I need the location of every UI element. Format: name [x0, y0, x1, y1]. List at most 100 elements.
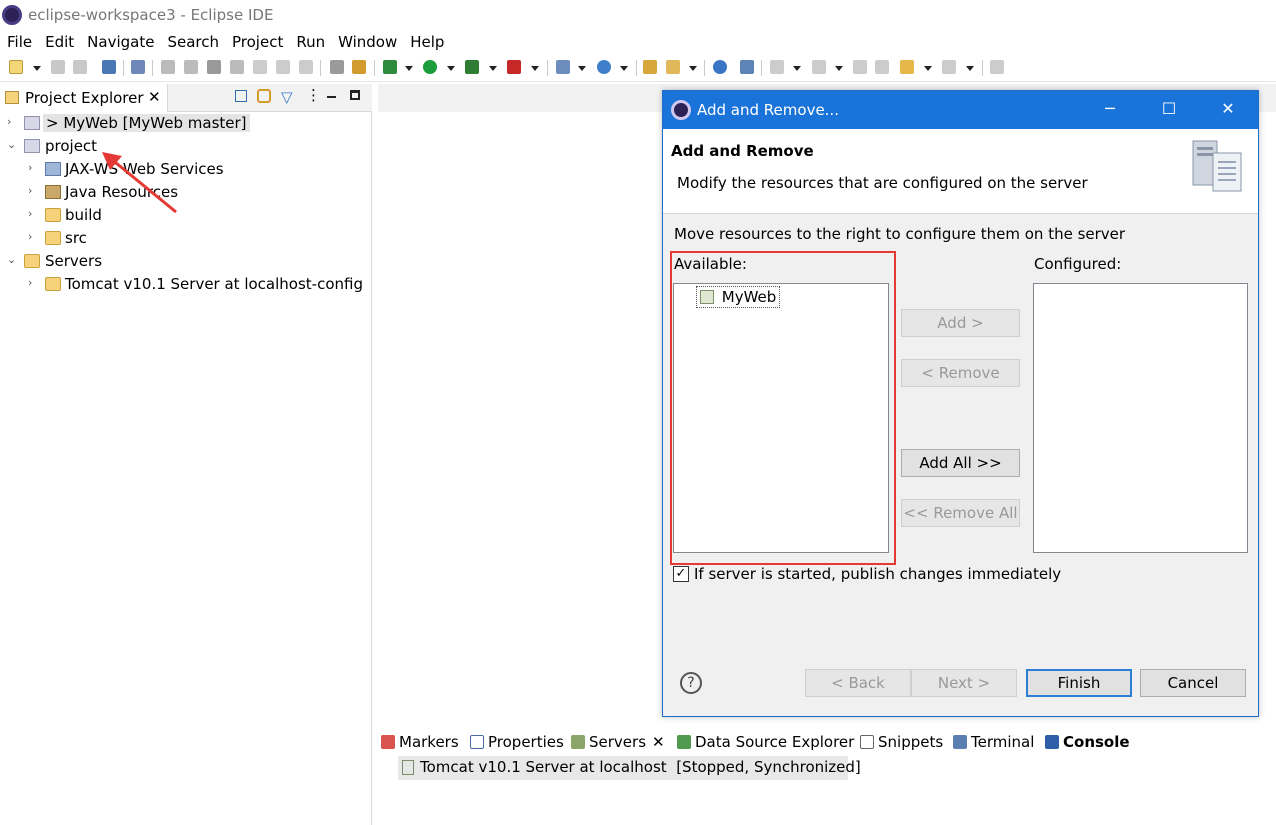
publish-checkbox[interactable]: ✓	[673, 566, 689, 582]
server-banner-icon	[1192, 140, 1242, 192]
menu-project[interactable]: Project	[225, 30, 289, 51]
save-icon[interactable]	[51, 60, 65, 74]
tree-item-src[interactable]: › src	[0, 227, 200, 250]
step-return-icon[interactable]	[299, 60, 313, 74]
expand-twisty-icon[interactable]: ›	[28, 161, 38, 174]
collapse-all-icon[interactable]	[235, 90, 247, 102]
expand-twisty-icon[interactable]: ›	[28, 276, 38, 289]
list-item-myweb[interactable]: MyWeb	[696, 286, 781, 308]
tab-servers[interactable]: Servers ✕	[571, 729, 671, 757]
run-dropdown-icon[interactable]	[447, 66, 455, 71]
dialog-title: Add and Remove...	[697, 101, 839, 119]
view-menu-icon[interactable]: ⋮	[306, 86, 321, 104]
skip-breakpoints-icon[interactable]	[131, 60, 145, 74]
suspend-icon[interactable]	[184, 60, 198, 74]
forward-dropdown-icon[interactable]	[966, 66, 974, 71]
resume-icon[interactable]	[161, 60, 175, 74]
back-arrow-icon[interactable]	[900, 60, 914, 74]
open-type-icon[interactable]	[643, 60, 657, 74]
previous-annotation-dropdown-icon[interactable]	[835, 66, 843, 71]
step-over-icon[interactable]	[276, 60, 290, 74]
browser-icon[interactable]	[713, 60, 727, 74]
collapse-twisty-icon[interactable]: ⌄	[7, 138, 17, 151]
menu-help[interactable]: Help	[403, 30, 450, 51]
use-step-filters-icon[interactable]	[330, 60, 344, 74]
tree-item-myweb[interactable]: › > MyWeb [MyWeb master]	[0, 112, 250, 135]
new-java-project-icon[interactable]	[556, 60, 570, 74]
external-tools-dropdown-icon[interactable]	[531, 66, 539, 71]
tab-console[interactable]: Console	[1045, 733, 1130, 751]
tab-markers[interactable]: Markers	[381, 733, 459, 751]
add-all-button[interactable]: Add All >>	[901, 449, 1020, 477]
server-list-item[interactable]: Tomcat v10.1 Server at localhost [Stoppe…	[398, 756, 861, 780]
forward-icon[interactable]	[942, 60, 956, 74]
maximize-icon[interactable]: ☐	[1159, 99, 1179, 119]
next-button[interactable]: Next >	[911, 669, 1017, 697]
menu-search[interactable]: Search	[160, 30, 225, 51]
back-button[interactable]: < Back	[805, 669, 911, 697]
deploy-icon[interactable]	[740, 60, 754, 74]
project-explorer-icon	[5, 91, 19, 104]
expand-twisty-icon[interactable]: ›	[28, 230, 38, 243]
external-tools-icon[interactable]	[507, 60, 521, 74]
run-icon[interactable]	[423, 60, 437, 74]
search-icon[interactable]	[666, 60, 680, 74]
available-list[interactable]: MyWeb	[673, 283, 889, 553]
minimize-icon[interactable]: ─	[1100, 99, 1120, 119]
menu-window[interactable]: Window	[331, 30, 403, 51]
debug-dropdown-icon[interactable]	[405, 66, 413, 71]
next-annotation-icon[interactable]	[770, 60, 784, 74]
link-with-editor-icon[interactable]	[257, 89, 271, 103]
expand-twisty-icon[interactable]: ›	[28, 184, 38, 197]
open-console-icon[interactable]	[102, 60, 116, 74]
new-class-icon[interactable]	[597, 60, 611, 74]
menu-file[interactable]: File	[0, 30, 38, 51]
expand-twisty-icon[interactable]: ›	[7, 115, 17, 128]
remove-all-button[interactable]: << Remove All	[901, 499, 1020, 527]
last-edit-icon[interactable]	[853, 60, 867, 74]
tab-snippets[interactable]: Snippets	[860, 733, 943, 751]
menu-navigate[interactable]: Navigate	[80, 30, 160, 51]
tree-item-tomcat-config[interactable]: › Tomcat v10.1 Server at localhost-confi…	[0, 273, 370, 296]
back-icon[interactable]	[875, 60, 889, 74]
terminate-icon[interactable]	[207, 60, 221, 74]
filter-icon[interactable]: ▽	[281, 88, 293, 106]
save-all-icon[interactable]	[73, 60, 87, 74]
finish-button[interactable]: Finish	[1026, 669, 1132, 697]
new-class-dropdown-icon[interactable]	[620, 66, 628, 71]
instruction-text: Move resources to the right to configure…	[674, 225, 1126, 243]
configured-list[interactable]	[1033, 283, 1248, 553]
cancel-button[interactable]: Cancel	[1140, 669, 1246, 697]
next-annotation-dropdown-icon[interactable]	[793, 66, 801, 71]
debug-icon[interactable]	[383, 60, 397, 74]
tab-terminal[interactable]: Terminal	[953, 733, 1034, 751]
remove-button[interactable]: < Remove	[901, 359, 1020, 387]
build-icon[interactable]	[352, 60, 366, 74]
collapse-twisty-icon[interactable]: ⌄	[7, 253, 17, 266]
coverage-dropdown-icon[interactable]	[489, 66, 497, 71]
expand-twisty-icon[interactable]: ›	[28, 207, 38, 220]
menu-run[interactable]: Run	[289, 30, 331, 51]
previous-annotation-icon[interactable]	[812, 60, 826, 74]
new-dropdown-icon[interactable]	[33, 66, 41, 71]
tab-project-explorer[interactable]: Project Explorer ✕	[0, 84, 168, 112]
disconnect-icon[interactable]	[230, 60, 244, 74]
tab-data-source-explorer[interactable]: Data Source Explorer	[677, 733, 854, 751]
close-icon[interactable]: ✕	[148, 88, 161, 106]
add-button[interactable]: Add >	[901, 309, 1020, 337]
new-icon[interactable]	[9, 60, 23, 74]
close-icon[interactable]: ✕	[1218, 99, 1238, 119]
help-icon[interactable]: ?	[680, 672, 702, 694]
pin-editor-icon[interactable]	[990, 60, 1004, 74]
step-into-icon[interactable]	[253, 60, 267, 74]
tab-properties[interactable]: Properties	[470, 733, 564, 751]
search-dropdown-icon[interactable]	[689, 66, 697, 71]
maximize-icon[interactable]	[350, 90, 360, 100]
new-java-project-dropdown-icon[interactable]	[578, 66, 586, 71]
coverage-icon[interactable]	[465, 60, 479, 74]
tree-item-servers[interactable]: ⌄ Servers	[0, 250, 200, 273]
menu-edit[interactable]: Edit	[38, 30, 80, 51]
back-dropdown-icon[interactable]	[924, 66, 932, 71]
minimize-icon[interactable]	[327, 96, 336, 98]
close-icon[interactable]: ✕	[652, 733, 665, 751]
